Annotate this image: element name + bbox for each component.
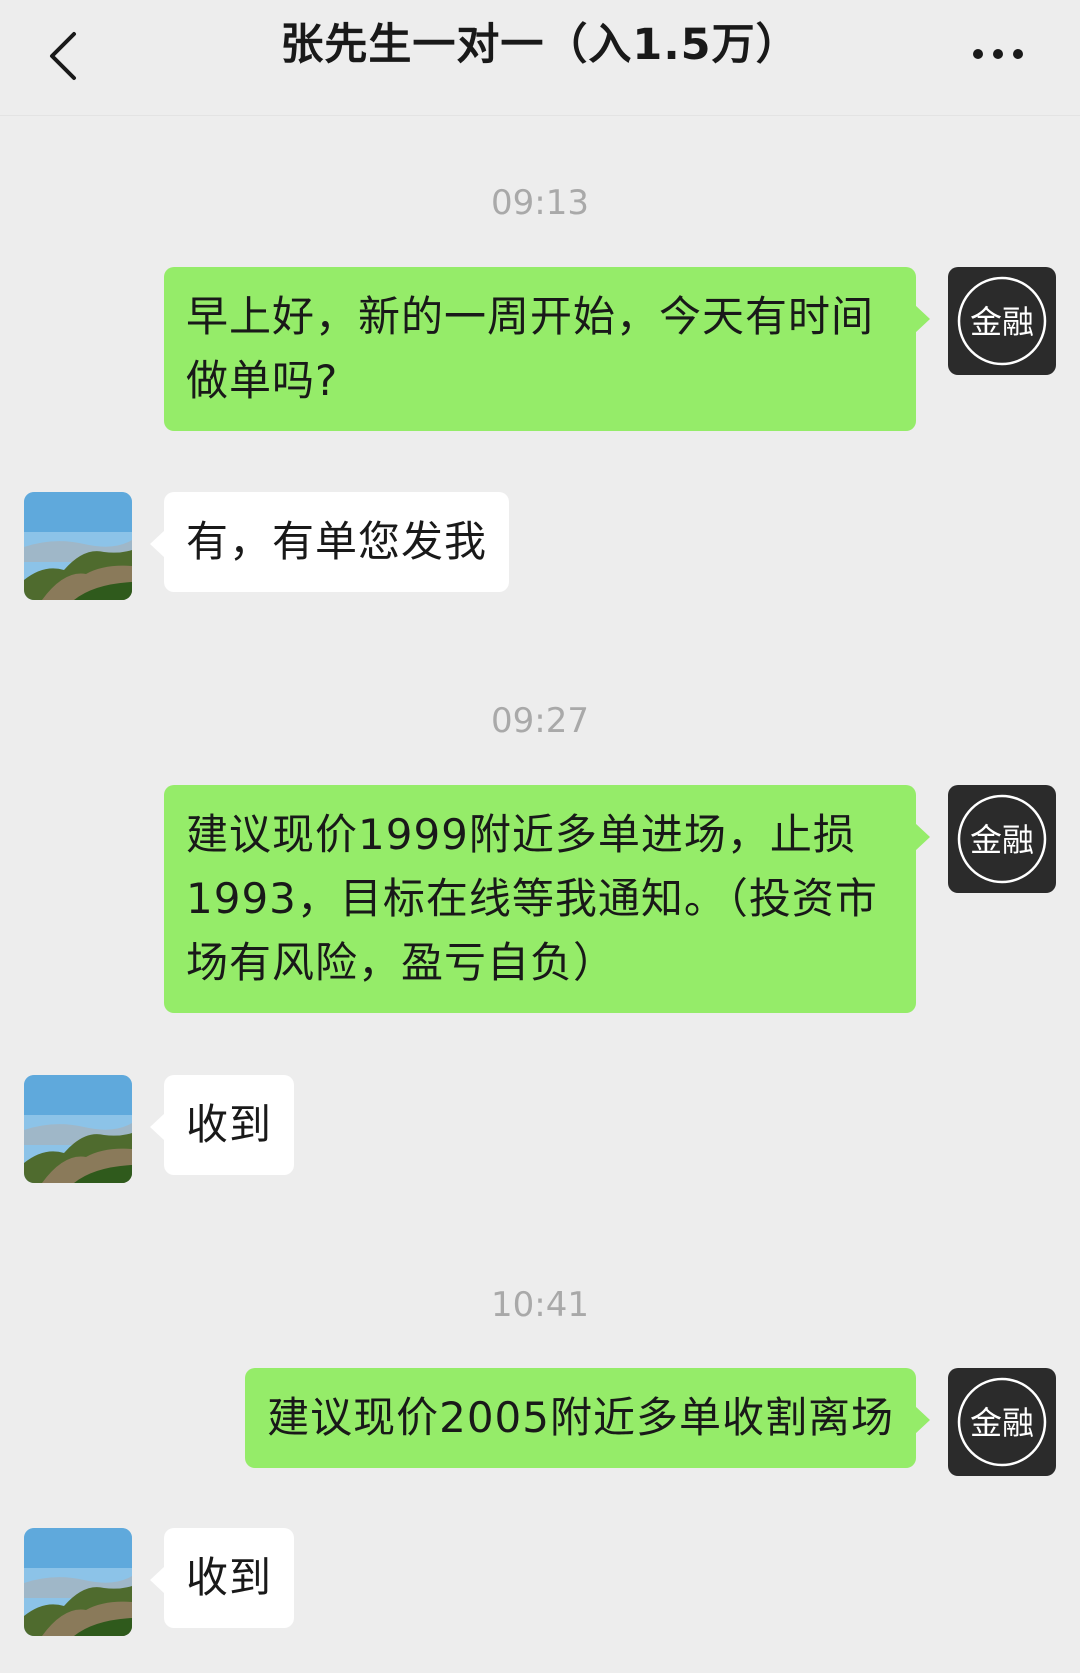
timestamp: 09:27 (491, 701, 589, 741)
timestamp: 09:13 (491, 183, 589, 223)
message-bubble-incoming[interactable]: 收到 (149, 1528, 295, 1628)
finance-logo-icon: 金融 (957, 276, 1047, 366)
message-bubble-outgoing[interactable]: 建议现价1999附近多单进场，止损1993，目标在线等我通知。（投资市场有风险，… (164, 785, 930, 1013)
avatar-contact[interactable] (24, 1075, 132, 1183)
message-bubble-incoming[interactable]: 有，有单您发我 (149, 492, 510, 592)
chevron-left-icon (50, 32, 76, 80)
message-text: 收到 (186, 1553, 273, 1602)
message-text: 有，有单您发我 (186, 517, 488, 566)
more-options-button[interactable] (960, 12, 1040, 82)
finance-logo-icon: 金融 (957, 1377, 1047, 1467)
finance-logo-icon: 金融 (957, 794, 1047, 884)
message-bubble-incoming[interactable]: 收到 (149, 1075, 295, 1175)
avatar-contact[interactable] (24, 492, 132, 600)
message-bubble-outgoing[interactable]: 早上好，新的一周开始，今天有时间做单吗? (164, 267, 930, 431)
svg-text:金融: 金融 (970, 821, 1034, 859)
avatar-self[interactable]: 金融 (948, 1368, 1056, 1476)
mountain-landscape-icon (24, 1075, 132, 1183)
svg-text:金融: 金融 (970, 1404, 1034, 1442)
mountain-landscape-icon (24, 1528, 132, 1636)
avatar-contact[interactable] (24, 1528, 132, 1636)
message-text: 收到 (186, 1100, 273, 1149)
avatar-self[interactable]: 金融 (948, 785, 1056, 893)
avatar-self[interactable]: 金融 (948, 267, 1056, 375)
chat-title: 张先生一对一（入1.5万） (280, 20, 800, 70)
message-text: 建议现价2005附近多单收割离场 (267, 1393, 894, 1442)
message-text: 建议现价1999附近多单进场，止损1993，目标在线等我通知。（投资市场有风险，… (186, 810, 878, 987)
mountain-landscape-icon (24, 492, 132, 600)
back-button[interactable] (40, 12, 100, 82)
message-bubble-outgoing[interactable]: 建议现价2005附近多单收割离场 (245, 1368, 930, 1468)
chat-header: 张先生一对一（入1.5万） (0, 0, 1080, 116)
timestamp: 10:41 (491, 1285, 589, 1325)
svg-text:金融: 金融 (970, 303, 1034, 341)
more-dots-icon (973, 49, 1023, 59)
message-text: 早上好，新的一周开始，今天有时间做单吗? (186, 292, 875, 405)
